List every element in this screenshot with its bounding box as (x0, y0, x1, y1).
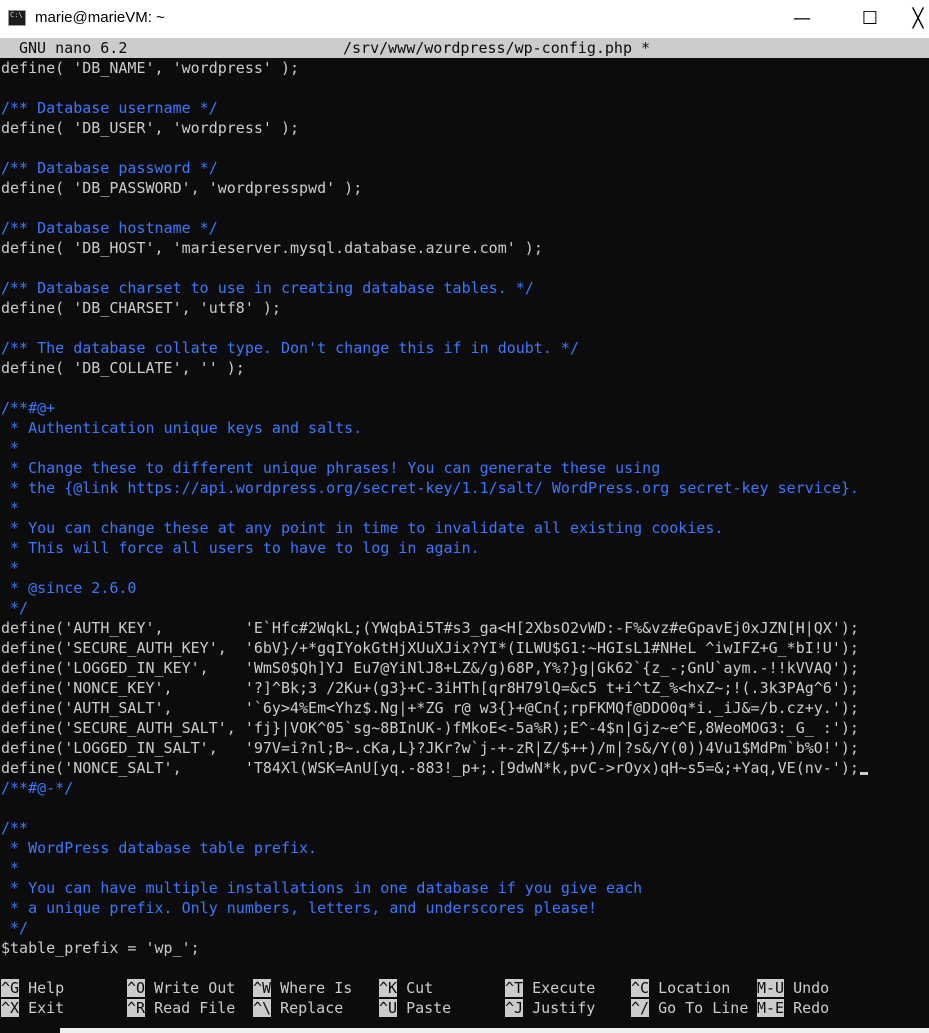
editor-line: * You can change these at any point in t… (1, 519, 724, 537)
shortcut-item[interactable]: ^X Exit (1, 998, 64, 1018)
editor-line: define('AUTH_SALT', '`6y>4%Em<Yhz$.Ng|+*… (1, 699, 859, 717)
nano-shortcut-bar: ^G Help ^O Write Out ^W Where Is ^K Cut ^T Execut… (0, 978, 929, 1018)
editor-line: * @since 2.6.0 (1, 579, 137, 597)
editor-line: */ (1, 599, 29, 617)
editor-line: * Authentication unique keys and salts. (1, 419, 363, 437)
shortcut-key: ^T (505, 979, 524, 997)
shortcut-label: Go To Line (658, 999, 749, 1017)
shortcut-label: Where Is (280, 979, 353, 997)
shortcut-label: Replace (280, 999, 344, 1017)
editor-line: define( 'DB_NAME', 'wordpress' ); (1, 59, 300, 77)
editor-line: * WordPress database table prefix. (1, 839, 318, 857)
editor-line: define('SECURE_AUTH_SALT', 'fj}|VOK^05`s… (1, 719, 859, 737)
shortcut-item[interactable]: ^\ Replace (253, 998, 343, 1018)
shortcut-key: M-U (757, 979, 785, 997)
editor-line: * You can have multiple installations in… (1, 879, 643, 897)
shortcut-item[interactable]: ^R Read File (127, 998, 235, 1018)
editor-line: /** The database collate type. Don't cha… (1, 339, 579, 357)
minimize-button[interactable]: — (779, 0, 825, 38)
editor-text-area[interactable]: define( 'DB_NAME', 'wordpress' ); /** Dat… (0, 58, 929, 958)
editor-line: /** (1, 819, 29, 837)
shortcut-label: Paste (406, 999, 452, 1017)
editor-line: define( 'DB_CHARSET', 'utf8' ); (1, 299, 281, 317)
shortcut-label: Justify (532, 999, 596, 1017)
editor-line: /** Database password */ (1, 159, 218, 177)
shortcut-label: Cut (406, 979, 434, 997)
shortcut-key: ^C (631, 979, 650, 997)
editor-line: /** Database hostname */ (1, 219, 218, 237)
terminal-icon (8, 10, 26, 26)
close-button[interactable]: ╳ (903, 0, 929, 38)
editor-line: define('SECURE_AUTH_KEY', '6bV}/+*gqIYok… (1, 639, 859, 657)
shortcut-item[interactable]: ^U Paste (379, 998, 451, 1018)
shortcut-label: Help (28, 979, 65, 997)
window-bottom-edge (60, 1028, 929, 1033)
shortcut-key: M-E (757, 999, 785, 1017)
shortcut-label: Undo (793, 979, 830, 997)
editor-line: /** Database username */ (1, 99, 218, 117)
shortcut-item[interactable]: ^K Cut (379, 978, 433, 998)
window-titlebar[interactable]: marie@marieVM: ~ — ☐ ╳ (0, 0, 929, 38)
shortcut-key: ^W (253, 979, 272, 997)
shortcut-key: ^X (1, 999, 20, 1017)
editor-line: define( 'DB_HOST', 'marieserver.mysql.da… (1, 239, 543, 257)
shortcut-item[interactable]: ^J Justify (505, 998, 595, 1018)
editor-line: * the {@link https://api.wordpress.org/s… (1, 479, 859, 497)
editor-line: define('NONCE_KEY', '?]^Bk;3 /2Ku+(g3}+C… (1, 679, 859, 697)
shortcut-item[interactable]: M-U Undo (757, 978, 829, 998)
shortcut-key: ^\ (253, 999, 272, 1017)
shortcut-label: Location (658, 979, 731, 997)
editor-line: /** Database charset to use in creating … (1, 279, 534, 297)
shortcut-label: Write Out (154, 979, 236, 997)
maximize-button[interactable]: ☐ (847, 0, 893, 38)
shortcut-item[interactable]: M-E Redo (757, 998, 829, 1018)
shortcut-key: ^G (1, 979, 20, 997)
editor-line: * (1, 439, 20, 457)
shortcut-key: ^K (379, 979, 398, 997)
nano-header-bar: GNU nano 6.2 /srv/www/wordpress/wp-confi… (0, 38, 929, 58)
shortcut-key: ^/ (631, 999, 650, 1017)
nano-version: GNU nano 6.2 (19, 39, 128, 57)
shortcut-label: Execute (532, 979, 596, 997)
shortcut-label: Read File (154, 999, 236, 1017)
editor-line: */ (1, 919, 29, 937)
editor-line: define('LOGGED_IN_SALT', '97V=i?nl;B~.cK… (1, 739, 859, 757)
shortcut-key: ^U (379, 999, 398, 1017)
editor-line: define('LOGGED_IN_KEY', 'WmS0$Qh]YJ Eu7@… (1, 659, 859, 677)
editor-line: define( 'DB_COLLATE', '' ); (1, 359, 245, 377)
editor-line: /**#@+ (1, 399, 56, 417)
editor-line: * (1, 499, 20, 517)
window-title: marie@marieVM: ~ (35, 9, 165, 26)
editor-line: * (1, 859, 20, 877)
editor-line: * Change these to different unique phras… (1, 459, 661, 477)
shortcut-key: ^O (127, 979, 146, 997)
shortcut-label: Redo (793, 999, 830, 1017)
shortcut-item[interactable]: ^W Where Is (253, 978, 352, 998)
shortcut-item[interactable]: ^G Help (1, 978, 64, 998)
shortcut-item[interactable]: ^O Write Out (127, 978, 235, 998)
editor-line: * (1, 559, 20, 577)
editor-line: /**#@-*/ (1, 779, 74, 797)
editor-line: define( 'DB_PASSWORD', 'wordpresspwd' ); (1, 179, 363, 197)
nano-filename: /srv/www/wordpress/wp-config.php * (343, 39, 651, 57)
editor-line: define('AUTH_KEY', 'E`Hfc#2WqkL;(YWqbAi5… (1, 619, 859, 637)
shortcut-key: ^R (127, 999, 146, 1017)
shortcut-key: ^J (505, 999, 524, 1017)
shortcut-item[interactable]: ^T Execute (505, 978, 595, 998)
text-cursor (859, 772, 868, 775)
editor-line: define('NONCE_SALT', 'T84Xl(WSK=AnU[yq.-… (1, 758, 868, 778)
editor-line: * a unique prefix. Only numbers, letters… (1, 899, 598, 917)
shortcut-item[interactable]: ^C Location (631, 978, 730, 998)
editor-line: define( 'DB_USER', 'wordpress' ); (1, 119, 300, 137)
editor-line: * This will force all users to have to l… (1, 539, 480, 557)
shortcut-label: Exit (28, 999, 65, 1017)
editor-line: $table_prefix = 'wp_'; (1, 939, 200, 957)
shortcut-item[interactable]: ^/ Go To Line (631, 998, 748, 1018)
